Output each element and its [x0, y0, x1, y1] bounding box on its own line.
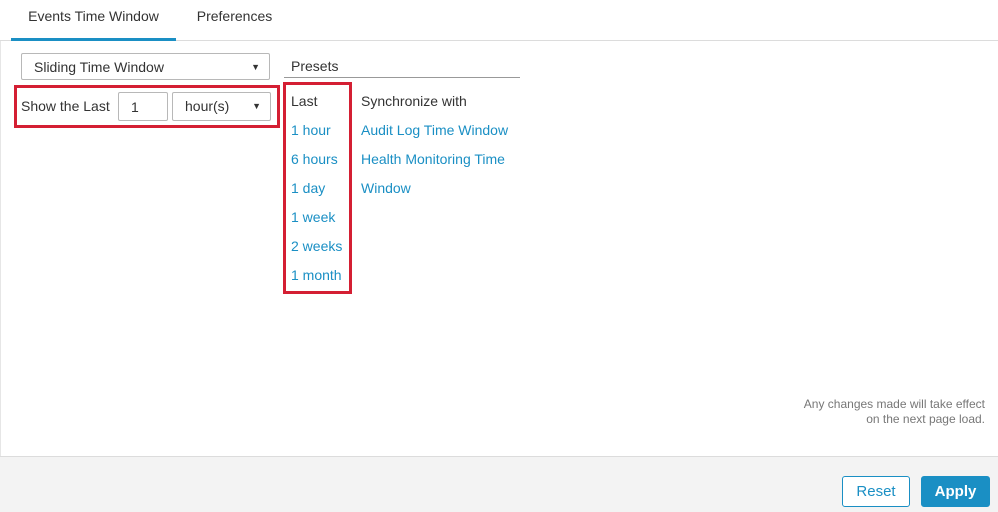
- preset-last-6-hours-link[interactable]: 6 hours: [291, 151, 338, 167]
- sync-health-monitoring-link[interactable]: Health Monitoring Time: [361, 151, 505, 167]
- dialog-footer: Reset Apply: [0, 456, 998, 512]
- tab-bar: Events Time Window Preferences: [0, 0, 998, 41]
- sync-audit-log-link[interactable]: Audit Log Time Window: [361, 122, 508, 138]
- chevron-down-icon: ▼: [252, 101, 261, 111]
- chevron-down-icon: ▼: [251, 62, 260, 72]
- tab-preferences[interactable]: Preferences: [178, 0, 291, 41]
- page-load-note-line-2: on the next page load.: [866, 412, 985, 426]
- preset-last-1-day-link[interactable]: 1 day: [291, 180, 325, 196]
- time-window-mode-value: Sliding Time Window: [34, 59, 164, 75]
- tab-events-time-window[interactable]: Events Time Window: [11, 0, 176, 41]
- sync-health-monitoring-link-continued[interactable]: Window: [361, 180, 411, 196]
- apply-button[interactable]: Apply: [921, 476, 990, 507]
- time-window-mode-select[interactable]: Sliding Time Window ▼: [21, 53, 270, 80]
- time-unit-select[interactable]: hour(s) ▼: [172, 92, 271, 121]
- presets-divider: [284, 77, 520, 78]
- preset-last-1-month-link[interactable]: 1 month: [291, 267, 342, 283]
- preset-last-1-week-link[interactable]: 1 week: [291, 209, 335, 225]
- synchronize-column-header: Synchronize with: [361, 93, 467, 109]
- preset-last-2-weeks-link[interactable]: 2 weeks: [291, 238, 342, 254]
- last-column-header: Last: [291, 93, 318, 109]
- page-load-note-line-1: Any changes made will take effect: [803, 397, 985, 411]
- reset-button[interactable]: Reset: [842, 476, 910, 507]
- time-unit-value: hour(s): [185, 98, 230, 114]
- show-last-label: Show the Last: [21, 98, 110, 114]
- show-last-count-input[interactable]: [118, 92, 168, 121]
- presets-title: Presets: [291, 58, 339, 74]
- preset-last-1-hour-link[interactable]: 1 hour: [291, 122, 331, 138]
